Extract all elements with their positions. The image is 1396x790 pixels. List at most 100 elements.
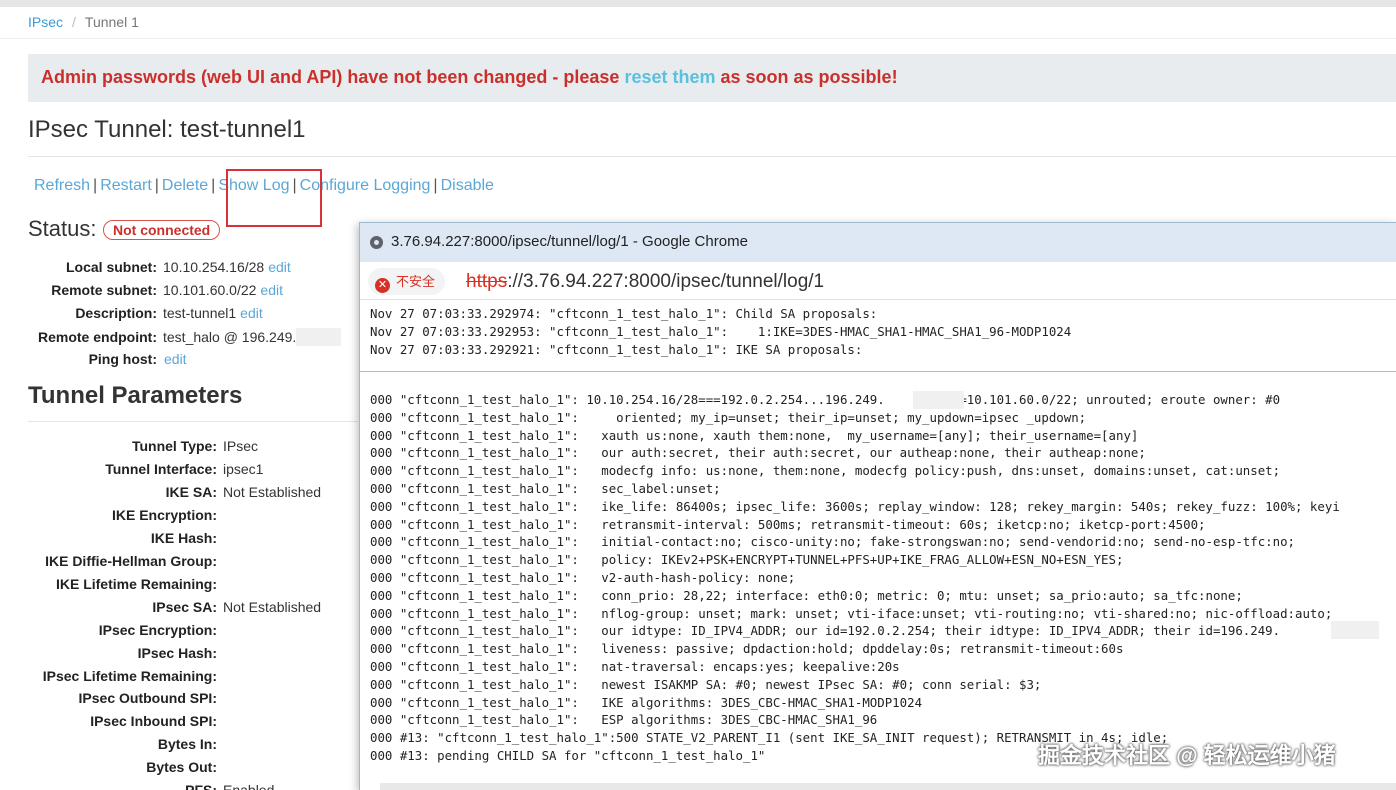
alert-text-post: as soon as possible! bbox=[715, 67, 898, 87]
tunnel-parameter-label: IPsec SA: bbox=[152, 598, 217, 615]
chrome-icon bbox=[370, 236, 383, 249]
log-line: Nov 27 07:03:33.292921: "cftconn_1_test_… bbox=[370, 341, 863, 357]
status-badge: Not connected bbox=[103, 220, 221, 240]
log-line: Nov 27 07:03:33.292953: "cftconn_1_test_… bbox=[370, 323, 1072, 339]
tunnel-parameter-row: Tunnel Interface: ipsec1 bbox=[28, 461, 263, 481]
log-line: 000 "cftconn_1_test_halo_1": xauth us:no… bbox=[370, 427, 1139, 443]
description-value: test-tunnel1 bbox=[163, 305, 237, 321]
breadcrumb-current: Tunnel 1 bbox=[84, 14, 139, 30]
redacted-block bbox=[1331, 621, 1379, 639]
disable-link[interactable]: Disable bbox=[441, 177, 494, 194]
tunnel-parameter-label: IKE Lifetime Remaining: bbox=[55, 575, 217, 592]
log-line: 000 "cftconn_1_test_halo_1": retransmit-… bbox=[370, 516, 1206, 532]
remote-subnet-edit-link[interactable]: edit bbox=[260, 282, 283, 298]
status-label: Status: bbox=[28, 216, 97, 241]
tunnel-parameter-row: IPsec Encryption: bbox=[28, 622, 223, 642]
tunnel-parameter-row: IKE Lifetime Remaining: bbox=[28, 576, 223, 596]
log-line: 000 "cftconn_1_test_halo_1": IKE algorit… bbox=[370, 694, 923, 710]
warning-icon: ✕ bbox=[375, 278, 390, 293]
log-popup-window: 3.76.94.227:8000/ipsec/tunnel/log/1 - Go… bbox=[359, 222, 1396, 790]
log-divider bbox=[360, 371, 1396, 372]
log-line: 000 "cftconn_1_test_halo_1": sec_label:u… bbox=[370, 480, 721, 496]
tunnel-parameter-row: IPsec Inbound SPI: bbox=[28, 713, 223, 733]
password-alert: Admin passwords (web UI and API) have no… bbox=[28, 54, 1396, 102]
section-divider bbox=[28, 421, 358, 422]
tunnel-parameter-row: IPsec Outbound SPI: bbox=[28, 690, 223, 710]
local-subnet-row: Local subnet: 10.10.254.16/28 edit bbox=[28, 259, 291, 279]
tunnel-parameter-value: Enabled bbox=[223, 782, 274, 790]
remote-subnet-value: 10.101.60.0/22 bbox=[163, 282, 257, 298]
watermark-text: 掘金技术社区 @ 轻松运维小猪 bbox=[1038, 743, 1336, 768]
tunnel-parameter-label: IKE SA: bbox=[165, 483, 217, 500]
ping-host-row: Ping host: edit bbox=[28, 351, 187, 371]
action-separator: | bbox=[211, 177, 216, 194]
log-line: 000 "cftconn_1_test_halo_1": modecfg inf… bbox=[370, 463, 1281, 479]
local-subnet-label: Local subnet: bbox=[65, 259, 157, 275]
tunnel-parameter-row: IKE SA: Not Established bbox=[28, 484, 321, 504]
tunnel-parameter-value: ipsec1 bbox=[223, 460, 264, 477]
horizontal-scrollbar[interactable] bbox=[380, 783, 1396, 790]
url-protocol: https bbox=[466, 271, 508, 292]
tunnel-parameter-row: IKE Hash: bbox=[28, 530, 223, 550]
ping-host-label: Ping host: bbox=[88, 351, 157, 367]
delete-link[interactable]: Delete bbox=[162, 177, 208, 194]
log-line: 000 "cftconn_1_test_halo_1": newest ISAK… bbox=[370, 676, 1042, 692]
tunnel-parameter-value: Not Established bbox=[223, 598, 322, 615]
description-label: Description: bbox=[75, 305, 157, 321]
log-line: 000 "cftconn_1_test_halo_1": v2-auth-has… bbox=[370, 569, 796, 585]
tunnel-parameter-label: IKE Hash: bbox=[150, 529, 217, 546]
tunnel-parameter-row: IKE Diffie-Hellman Group: bbox=[28, 553, 223, 573]
description-edit-link[interactable]: edit bbox=[240, 305, 263, 321]
tunnel-parameter-row: PFS: Enabled bbox=[28, 782, 274, 790]
remote-endpoint-label: Remote endpoint: bbox=[38, 329, 157, 345]
not-secure-label: 不安全 bbox=[396, 274, 436, 289]
log-header-lines: Nov 27 07:03:33.292974: "cftconn_1_test_… bbox=[370, 305, 1396, 358]
log-line: 000 "cftconn_1_test_halo_1": our auth:se… bbox=[370, 445, 1146, 461]
tunnel-parameter-label: IPsec Lifetime Remaining: bbox=[42, 667, 217, 684]
tunnel-parameter-row: IPsec Hash: bbox=[28, 645, 223, 665]
reset-passwords-link[interactable]: reset them bbox=[624, 67, 715, 87]
breadcrumb-ipsec-link[interactable]: IPsec bbox=[28, 14, 63, 30]
show-log-highlight bbox=[226, 169, 322, 227]
log-status-lines: 000 "cftconn_1_test_halo_1": 10.10.254.1… bbox=[370, 391, 1396, 765]
popup-titlebar[interactable]: 3.76.94.227:8000/ipsec/tunnel/log/1 - Go… bbox=[360, 223, 1396, 262]
ping-host-edit-link[interactable]: edit bbox=[164, 351, 187, 367]
redacted-block bbox=[296, 328, 342, 346]
local-subnet-value: 10.10.254.16/28 bbox=[163, 259, 265, 275]
breadcrumb-separator: / bbox=[72, 14, 76, 30]
not-secure-badge[interactable]: ✕ 不安全 bbox=[368, 268, 446, 295]
log-line: 000 "cftconn_1_test_halo_1": ESP algorit… bbox=[370, 712, 878, 728]
redacted-block bbox=[913, 391, 964, 409]
top-bar bbox=[0, 0, 1396, 7]
page-title: IPsec Tunnel: test-tunnel1 bbox=[28, 116, 306, 143]
title-divider bbox=[28, 156, 1396, 157]
tunnel-parameter-label: PFS: bbox=[28, 782, 217, 790]
popup-url[interactable]: https://3.76.94.227:8000/ipsec/tunnel/lo… bbox=[466, 271, 824, 293]
tunnel-parameter-value: IPsec bbox=[223, 438, 259, 454]
local-subnet-edit-link[interactable]: edit bbox=[268, 259, 291, 275]
tunnel-parameter-label: Tunnel Interface: bbox=[105, 460, 217, 477]
tunnel-parameter-label: Tunnel Type: bbox=[131, 438, 217, 454]
remote-subnet-label: Remote subnet: bbox=[51, 282, 157, 298]
remote-subnet-row: Remote subnet: 10.101.60.0/22 edit bbox=[28, 282, 283, 302]
refresh-link[interactable]: Refresh bbox=[34, 177, 90, 194]
action-separator: | bbox=[433, 177, 438, 194]
description-row: Description: test-tunnel1 edit bbox=[28, 305, 263, 325]
tunnel-parameter-row: IPsec Lifetime Remaining: bbox=[28, 668, 223, 688]
breadcrumb-divider bbox=[0, 38, 1396, 39]
tunnel-parameter-label: IPsec Hash: bbox=[137, 644, 217, 661]
tunnel-parameter-row: Bytes Out: bbox=[28, 759, 223, 779]
log-line: 000 "cftconn_1_test_halo_1": nat-travers… bbox=[370, 658, 900, 674]
log-line: 000 "cftconn_1_test_halo_1": initial-con… bbox=[370, 534, 1296, 550]
action-separator: | bbox=[154, 177, 159, 194]
tunnel-parameters-title: Tunnel Parameters bbox=[28, 382, 243, 409]
url-path: ://3.76.94.227:8000/ipsec/tunnel/log/1 bbox=[507, 271, 825, 292]
tunnel-parameter-value: Not Established bbox=[223, 483, 322, 500]
restart-link[interactable]: Restart bbox=[100, 177, 152, 194]
popup-title: 3.76.94.227:8000/ipsec/tunnel/log/1 - Go… bbox=[391, 233, 748, 250]
tunnel-parameter-label: IPsec Encryption: bbox=[98, 621, 217, 638]
tunnel-parameter-row: Bytes In: bbox=[28, 736, 223, 756]
log-line: 000 "cftconn_1_test_halo_1": our idtype:… bbox=[370, 623, 1281, 639]
log-line: 000 "cftconn_1_test_halo_1": nflog-group… bbox=[370, 605, 1333, 621]
log-line: 000 "cftconn_1_test_halo_1": liveness: p… bbox=[370, 641, 1124, 657]
